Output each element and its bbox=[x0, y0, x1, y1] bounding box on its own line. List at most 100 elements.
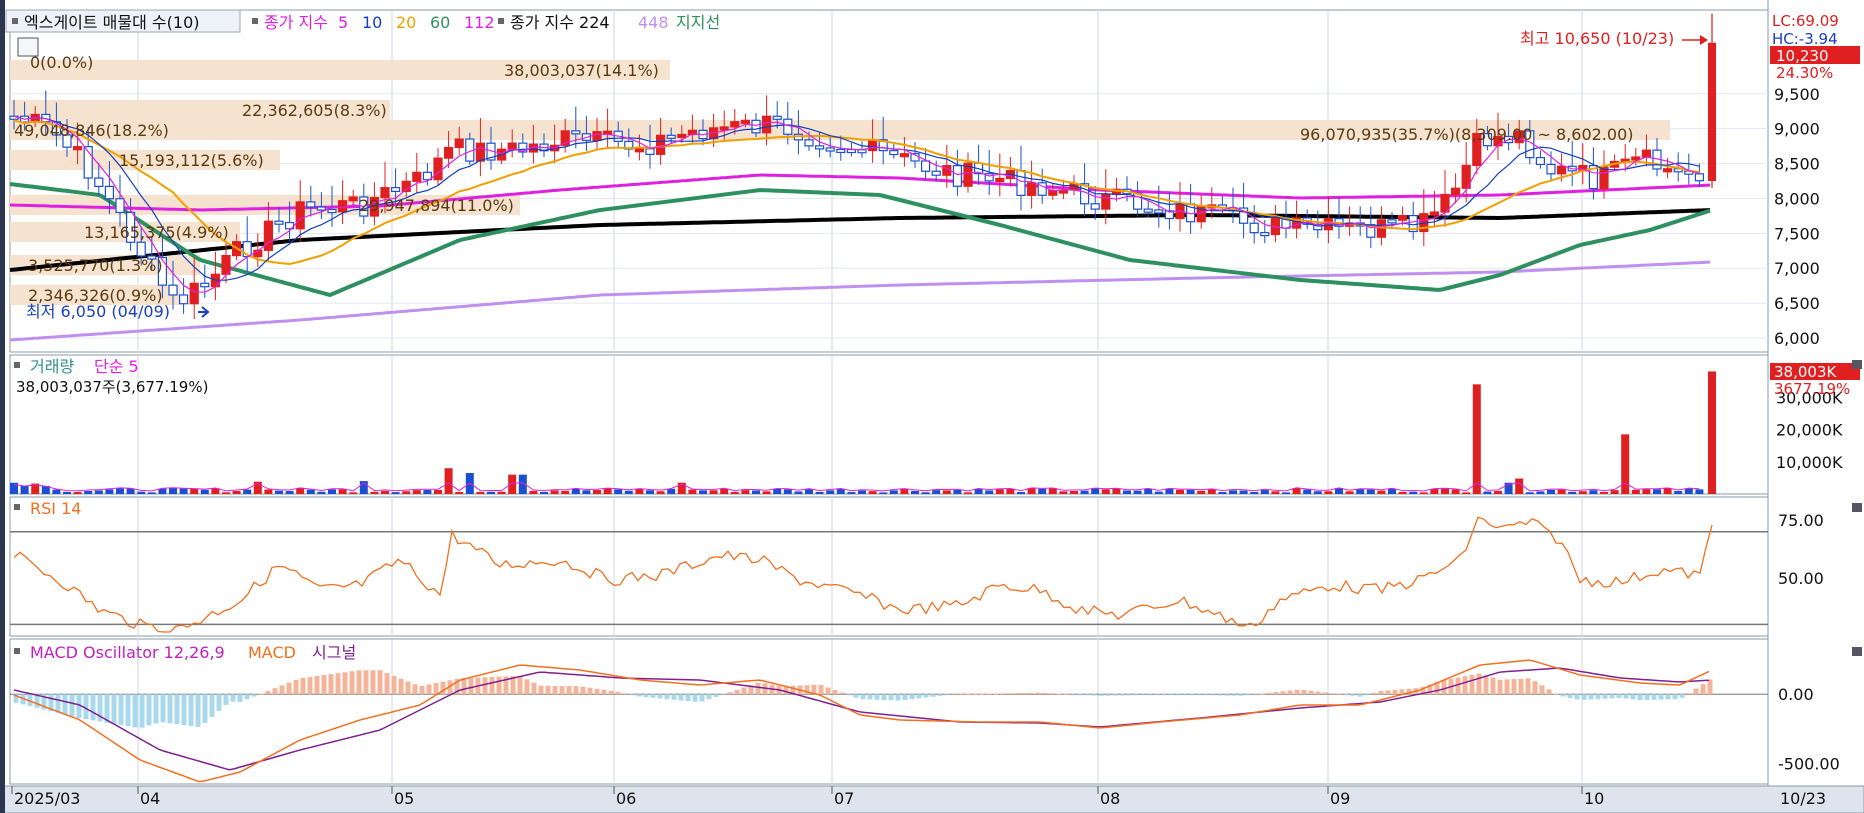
macd-oscillator-bar bbox=[412, 684, 418, 695]
macd-oscillator-bar bbox=[874, 694, 880, 700]
candle-body bbox=[730, 121, 740, 128]
volume-bar bbox=[275, 490, 283, 494]
volume-bar bbox=[1239, 490, 1248, 494]
macd-oscillator-bar bbox=[1476, 673, 1482, 695]
candle-body bbox=[295, 201, 305, 230]
candle-body bbox=[327, 208, 337, 214]
macd-oscillator-bar bbox=[1028, 692, 1034, 695]
candle-body bbox=[751, 119, 761, 134]
macd-oscillator-bar bbox=[1266, 692, 1272, 695]
macd-oscillator-bar bbox=[482, 677, 488, 695]
macd-oscillator-bar bbox=[363, 670, 369, 695]
volume-profile-label: 13,165,375(4.9%) bbox=[84, 223, 229, 242]
volume-bar bbox=[1080, 490, 1089, 494]
macd-oscillator-bar bbox=[181, 694, 187, 726]
macd-oscillator-bar bbox=[832, 690, 838, 695]
candle-body bbox=[115, 198, 125, 213]
macd-oscillator-bar bbox=[1693, 688, 1699, 695]
stock-chart[interactable]: 9,500 9,000 8,500 8,000 7,500 7,000 6,500 6,000… bbox=[0, 0, 1864, 813]
support-label: 지지선 bbox=[676, 13, 720, 32]
candle-body bbox=[1026, 182, 1037, 196]
macd-label: MACD bbox=[248, 643, 296, 662]
candle-body bbox=[814, 145, 825, 150]
volume-bar bbox=[412, 490, 421, 494]
macd-oscillator-bar bbox=[965, 693, 971, 695]
macd-oscillator-bar bbox=[825, 687, 831, 695]
volume-bar bbox=[317, 491, 326, 494]
macd-oscillator-bar bbox=[1595, 694, 1601, 700]
volume-bar bbox=[571, 488, 580, 494]
macd-oscillator-bar bbox=[1315, 691, 1321, 695]
macd-oscillator-bar bbox=[1063, 694, 1069, 696]
volume-last-pct: 3677.19% bbox=[1774, 380, 1850, 398]
macd-oscillator-bar bbox=[153, 694, 159, 724]
volume-profile-label: 38,003,037(14.1%) bbox=[504, 61, 659, 80]
macd-oscillator-bar bbox=[755, 682, 761, 695]
volume-bar bbox=[338, 489, 347, 494]
candle-body bbox=[740, 119, 751, 124]
candle-body bbox=[1016, 170, 1026, 196]
macd-oscillator-bar bbox=[1329, 693, 1335, 695]
candle-body bbox=[1249, 222, 1259, 234]
volume-bar bbox=[964, 492, 972, 494]
lc-label: LC:69.09 bbox=[1772, 12, 1839, 30]
candle-body bbox=[920, 160, 931, 172]
volume-bar bbox=[921, 492, 930, 494]
macd-oscillator-bar bbox=[1364, 694, 1370, 696]
macd-oscillator-bar bbox=[720, 694, 726, 696]
rsi-tick-label: 50.00 bbox=[1778, 569, 1824, 588]
volume-bar bbox=[232, 490, 241, 494]
volume-bar bbox=[1472, 384, 1481, 494]
volume-bar bbox=[1515, 478, 1524, 494]
macd-oscillator-bar bbox=[818, 684, 824, 695]
macd-oscillator-bar bbox=[1581, 694, 1587, 700]
macd-oscillator-bar bbox=[1504, 679, 1510, 695]
time-axis-label: 10 bbox=[1584, 789, 1604, 808]
left-edge-bar bbox=[0, 0, 5, 813]
macd-oscillator-bar bbox=[132, 694, 138, 728]
macd-oscillator-bar bbox=[419, 685, 425, 695]
macd-oscillator-bar bbox=[1070, 694, 1076, 696]
macd-oscillator-bar bbox=[538, 685, 544, 695]
macd-oscillator-bar bbox=[881, 694, 887, 700]
volume-bar bbox=[1483, 491, 1492, 494]
macd-oscillator-bar bbox=[258, 693, 264, 695]
macd-oscillator-bar bbox=[699, 694, 705, 702]
macd-oscillator-bar bbox=[1168, 694, 1174, 696]
price-tick-label: 7,000 bbox=[1774, 259, 1820, 278]
macd-oscillator-bar bbox=[1378, 690, 1384, 695]
macd-oscillator-bar bbox=[930, 694, 936, 697]
macd-oscillator-bar bbox=[1567, 694, 1573, 698]
volume-bar bbox=[741, 490, 750, 494]
volume-bar bbox=[1250, 491, 1259, 494]
macd-oscillator-bar bbox=[1686, 693, 1692, 695]
macd-oscillator-bar bbox=[608, 690, 614, 695]
macd-oscillator-bar bbox=[1574, 694, 1580, 700]
volume-bar bbox=[455, 491, 464, 494]
macd-oscillator-bar bbox=[622, 693, 628, 695]
volume-bar bbox=[593, 490, 601, 494]
macd-oscillator-bar bbox=[1322, 692, 1328, 695]
macd-oscillator-bar bbox=[1588, 694, 1594, 700]
macd-oscillator-bar bbox=[230, 694, 236, 702]
signal-label: 시그널 bbox=[312, 643, 356, 662]
macd-oscillator-bar bbox=[1511, 679, 1517, 695]
macd-oscillator-bar bbox=[1161, 694, 1167, 696]
macd-oscillator-bar bbox=[489, 676, 495, 695]
price-tick-label: 7,500 bbox=[1774, 224, 1820, 243]
macd-oscillator-bar bbox=[650, 694, 656, 698]
volume-bar bbox=[635, 489, 644, 494]
macd-oscillator-bar bbox=[1462, 676, 1468, 695]
macd-oscillator-bar bbox=[636, 694, 642, 697]
volume-bar bbox=[1568, 491, 1577, 494]
volume-bar bbox=[1462, 492, 1471, 494]
candle-body bbox=[761, 115, 772, 134]
candle-body bbox=[1101, 193, 1111, 210]
volume-bar bbox=[646, 490, 654, 494]
volume-bar bbox=[1377, 490, 1386, 494]
macd-oscillator-bar bbox=[734, 689, 740, 695]
macd-oscillator-bar bbox=[1336, 694, 1342, 696]
indicator-box-label: 엑스게이트 매물대 수(10) bbox=[24, 13, 200, 32]
volume-bar bbox=[94, 490, 103, 494]
macd-oscillator-bar bbox=[1546, 689, 1552, 695]
